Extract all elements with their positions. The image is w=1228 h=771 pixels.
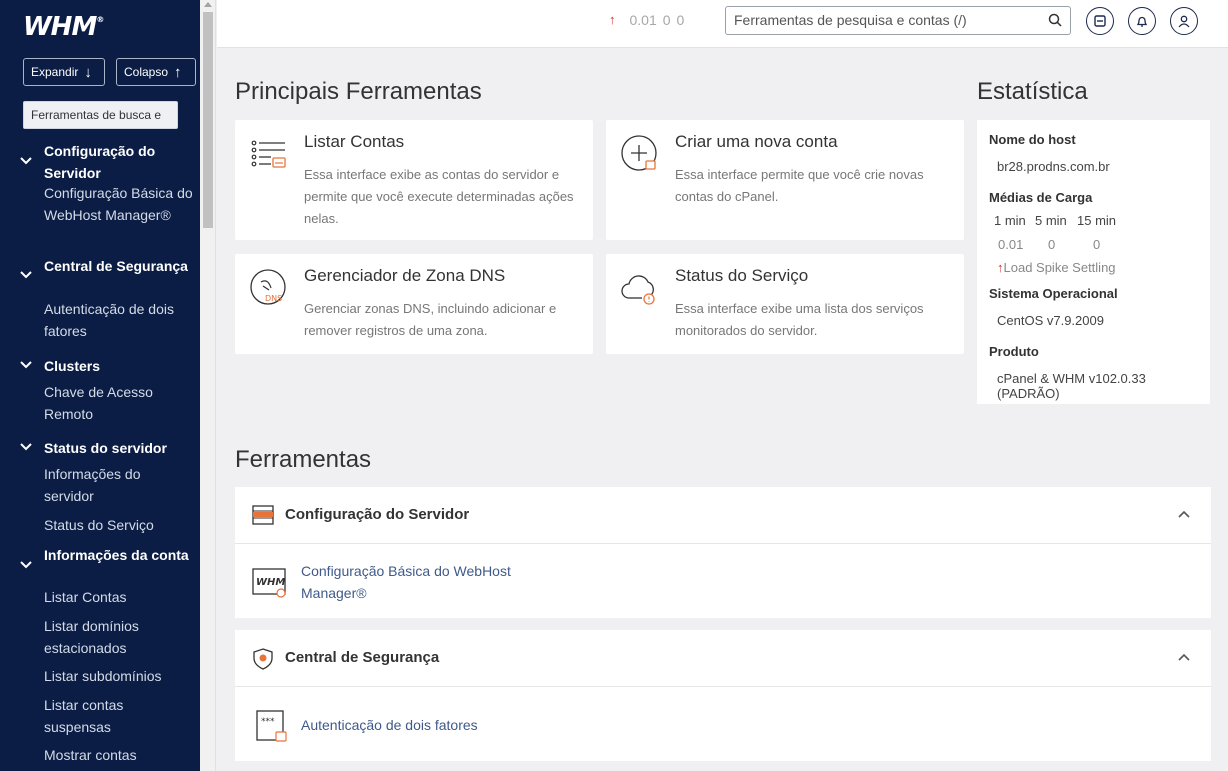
load-header-15min: 15 min: [1077, 213, 1117, 228]
panel-server-config: Configuração do Servidor WHM Configuraçã…: [235, 487, 1211, 618]
sidebar-section-security[interactable]: Central de Segurança: [44, 255, 194, 277]
sidebar-item-server-info[interactable]: Informações do servidor: [44, 464, 194, 507]
sidebar-section-server-status[interactable]: Status do servidor: [44, 437, 194, 459]
os-value: CentOS v7.9.2009: [997, 313, 1104, 328]
load-value-15min: 0: [1093, 237, 1101, 252]
card-description: Essa interface permite que você crie nov…: [675, 167, 924, 204]
card-description: Gerenciar zonas DNS, incluindo adicionar…: [304, 301, 557, 338]
load-header-1min: 1 min: [994, 213, 1026, 228]
sidebar-search-input[interactable]: Ferramentas de busca e: [23, 101, 178, 129]
card-list-accounts[interactable]: Listar Contas Essa interface exibe as co…: [235, 120, 593, 240]
hostname-label: Nome do host: [989, 132, 1076, 147]
top-bar: ↑ 0.01 0 0 Ferramentas de pesquisa e con…: [217, 0, 1228, 48]
panel-title[interactable]: Central de Segurança: [285, 649, 439, 666]
card-title[interactable]: Criar uma nova conta: [675, 132, 838, 152]
sidebar: WHM® Expandir ↓ Colapso ↑ Ferramentas de b…: [0, 0, 200, 771]
create-account-icon: [621, 135, 657, 171]
server-load: ↑ 0.01 0 0: [609, 12, 685, 28]
load-label: Médias de Carga: [989, 190, 1093, 205]
sidebar-scrollbar[interactable]: [200, 0, 216, 771]
card-title[interactable]: Gerenciador de Zona DNS: [304, 266, 505, 286]
card-title[interactable]: Listar Contas: [304, 132, 404, 152]
card-description: Essa interface exibe as contas do servid…: [304, 167, 574, 226]
panel-security-center: Central de Segurança *** Autenticação de…: [235, 630, 1211, 761]
sidebar-item-basic-config[interactable]: Configuração Básica do WebHost Manager®: [44, 183, 194, 226]
chevron-down-icon[interactable]: [19, 270, 33, 280]
shield-icon: [253, 648, 273, 670]
chevron-down-icon[interactable]: [19, 442, 33, 452]
svg-text:***: ***: [261, 717, 275, 727]
sidebar-item-remote-key[interactable]: Chave de Acesso Remoto: [44, 382, 194, 425]
product-label: Produto: [989, 344, 1039, 359]
sidebar-section-clusters[interactable]: Clusters: [44, 355, 194, 377]
divider: [235, 686, 1211, 687]
sidebar-item-parked-domains[interactable]: Listar domínios estacionados: [44, 616, 194, 659]
divider: [235, 543, 1211, 544]
card-service-status[interactable]: Status do Serviço Essa interface exibe u…: [606, 254, 964, 354]
chevron-down-icon[interactable]: [19, 360, 33, 370]
chevron-up-icon[interactable]: [1177, 652, 1191, 662]
card-create-account[interactable]: Criar uma nova conta Essa interface perm…: [606, 120, 964, 240]
arrow-up-icon: ↑: [174, 63, 182, 81]
bell-icon: [1136, 16, 1148, 27]
stats-heading: Estatística: [977, 78, 1088, 105]
tools-heading: Ferramentas: [235, 446, 372, 473]
notifications-button[interactable]: [1128, 7, 1156, 35]
server-icon: [1094, 15, 1106, 27]
server-config-icon: [252, 505, 274, 525]
service-status-icon: [621, 275, 655, 305]
two-factor-icon: ***: [256, 710, 287, 742]
expand-button[interactable]: Expandir ↓: [23, 58, 105, 86]
chevron-up-icon[interactable]: [1177, 509, 1191, 519]
product-value: cPanel & WHM v102.0.33 (PADRÃO): [997, 371, 1146, 401]
load-value-1min: 0.01: [998, 237, 1024, 252]
global-search-input[interactable]: Ferramentas de pesquisa e contas (/): [725, 6, 1071, 35]
card-description: Essa interface exibe uma lista dos servi…: [675, 301, 924, 338]
scrollbar-thumb[interactable]: [203, 12, 213, 228]
user-icon: [1178, 15, 1190, 27]
sidebar-item-2fa[interactable]: Autenticação de dois fatores: [44, 299, 194, 342]
dns-zone-icon: DNS: [250, 269, 286, 305]
link-basic-config[interactable]: Configuração Básica do WebHost Manager®: [301, 561, 541, 604]
sidebar-section-account-info[interactable]: Informações da conta: [44, 544, 194, 566]
svg-text:DNS: DNS: [265, 294, 282, 303]
load-note: ↑Load Spike Settling: [997, 260, 1116, 275]
svg-text:WHM: WHM: [256, 577, 285, 588]
arrow-down-icon: ↓: [84, 63, 92, 81]
top-tools-heading: Principais Ferramentas: [235, 78, 482, 105]
load-header-5min: 5 min: [1035, 213, 1067, 228]
arrow-up-icon: ↑: [609, 12, 616, 27]
link-two-factor[interactable]: Autenticação de dois fatores: [301, 715, 478, 737]
hostname-value: br28.prodns.com.br: [997, 159, 1110, 174]
scroll-up-arrow-icon[interactable]: [204, 2, 212, 7]
collapse-button[interactable]: Colapso ↑: [116, 58, 196, 86]
sidebar-item-service-status[interactable]: Status do Serviço: [44, 515, 194, 537]
os-label: Sistema Operacional: [989, 286, 1118, 301]
stats-panel: Nome do host br28.prodns.com.br Médias d…: [977, 120, 1210, 404]
sidebar-item-list-accounts[interactable]: Listar Contas: [44, 587, 194, 609]
card-title[interactable]: Status do Serviço: [675, 266, 808, 286]
sidebar-item-suspended[interactable]: Listar contas suspensas: [44, 695, 194, 738]
whm-logo[interactable]: WHM®: [23, 12, 104, 42]
search-icon[interactable]: [1048, 13, 1062, 27]
user-menu-button[interactable]: [1170, 7, 1198, 35]
chevron-down-icon[interactable]: [19, 560, 33, 570]
sidebar-item-show-accounts[interactable]: Mostrar contas: [44, 745, 194, 767]
chevron-down-icon[interactable]: [19, 156, 33, 166]
apps-button[interactable]: [1086, 7, 1114, 35]
sidebar-section-config[interactable]: Configuração do Servidor: [44, 140, 194, 184]
sidebar-item-subdomains[interactable]: Listar subdomínios: [44, 666, 194, 688]
whm-icon: WHM: [252, 568, 286, 598]
card-dns-zone[interactable]: DNS Gerenciador de Zona DNS Gerenciar zo…: [235, 254, 593, 354]
panel-title[interactable]: Configuração do Servidor: [285, 506, 469, 523]
load-value-5min: 0: [1048, 237, 1056, 252]
list-accounts-icon: [251, 140, 286, 168]
